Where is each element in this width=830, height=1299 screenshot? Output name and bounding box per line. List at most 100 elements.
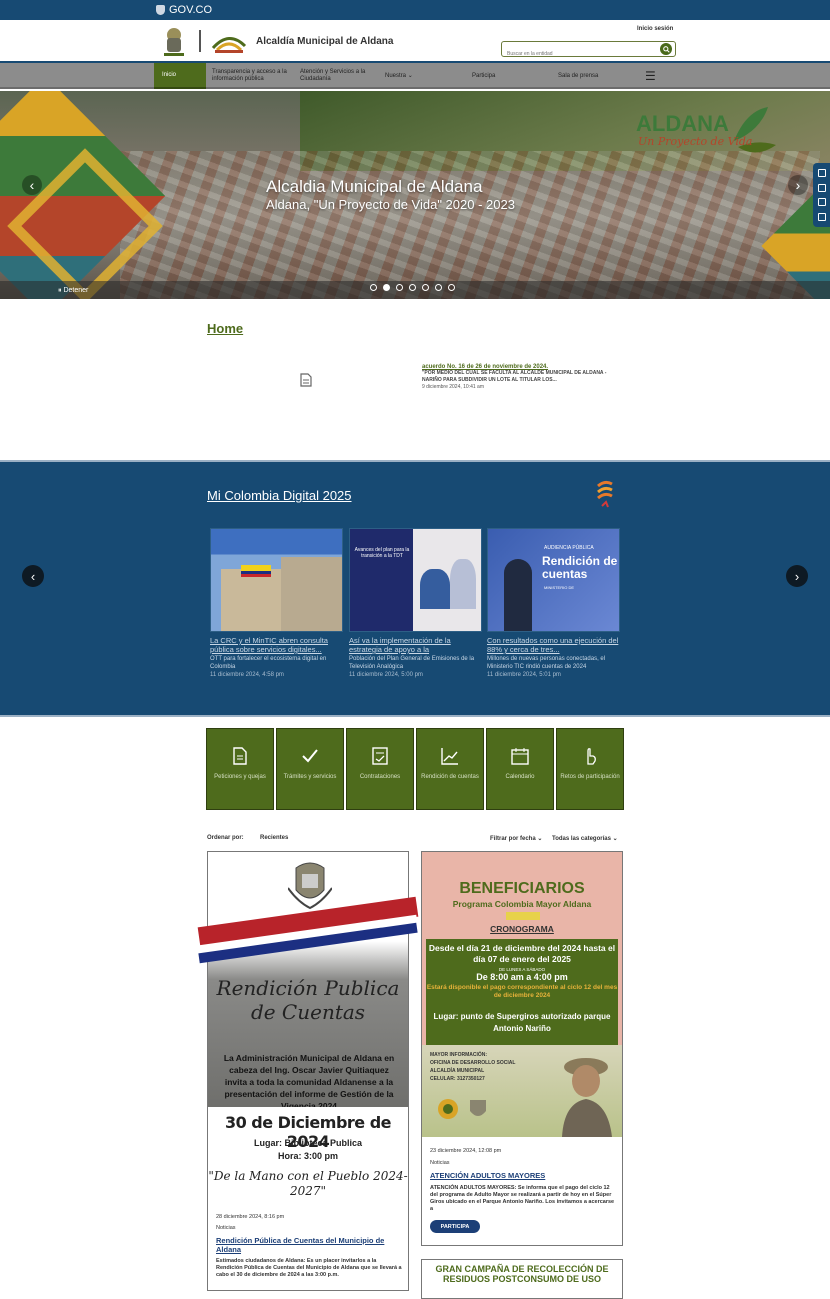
login-link[interactable]: Inicio sesión bbox=[637, 26, 673, 32]
hero-title: Alcaldia Municipal de Aldana bbox=[266, 177, 483, 196]
mcd-card[interactable]: Avances del plan para la transición a la… bbox=[349, 528, 482, 683]
search-field bbox=[501, 41, 676, 61]
govco-shield-icon bbox=[156, 5, 165, 15]
mcd-card-date: 11 diciembre 2024, 4:58 pm bbox=[210, 672, 284, 678]
poster-info: MAYOR INFORMACIÓN: OFICINA DE DESARROLLO… bbox=[430, 1051, 515, 1083]
search-input[interactable] bbox=[502, 47, 652, 61]
nav-item-nuestra[interactable]: Nuestra ⌄ bbox=[385, 63, 413, 89]
post-image-title[interactable]: GRAN CAMPAÑA DE RECOLECCIÓN DE RESIDUOS … bbox=[422, 1264, 622, 1284]
chevron-right-icon: › bbox=[794, 568, 800, 584]
mcd-card[interactable]: La CRC y el MinTIC abren consulta públic… bbox=[210, 528, 343, 683]
mcd-logo-icon bbox=[597, 480, 613, 508]
poster-info-line: CELULAR: 3127350127 bbox=[430, 1076, 485, 1082]
document-icon bbox=[300, 373, 312, 387]
municipal-crest-logo[interactable] bbox=[162, 26, 186, 58]
govco-bar: GOV.CO bbox=[0, 0, 830, 20]
sort-label: Ordenar por: bbox=[207, 835, 244, 841]
filter-category-select[interactable]: Todas las categorías ⌄ bbox=[552, 835, 618, 842]
quick-links: Peticiones y quejas Trámites y servicios… bbox=[206, 728, 624, 810]
quick-link-label: Rendición de cuentas bbox=[421, 774, 479, 780]
site-title[interactable]: Alcaldía Municipal de Aldana bbox=[256, 36, 393, 47]
quick-link-label: Retos de participación bbox=[560, 774, 620, 780]
mcd-title[interactable]: Mi Colombia Digital 2025 bbox=[207, 488, 352, 503]
document-icon bbox=[233, 747, 247, 765]
mcd-card-title[interactable]: Así va la implementación de la estrategi… bbox=[349, 636, 482, 654]
hero-prev-button[interactable]: ‹ bbox=[22, 175, 42, 195]
poster-info-line: OFICINA DE DESARROLLO SOCIAL bbox=[430, 1060, 516, 1066]
contract-icon bbox=[372, 747, 388, 765]
quick-link-label: Trámites y servicios bbox=[283, 774, 337, 780]
municipal-crest-image bbox=[288, 862, 332, 910]
carousel-dot[interactable] bbox=[448, 284, 455, 291]
carousel-dot[interactable] bbox=[422, 284, 429, 291]
mcd-next-button[interactable]: › bbox=[786, 565, 808, 587]
filter-date-select[interactable]: Filtrar por fecha ⌄ bbox=[490, 835, 542, 842]
chart-icon bbox=[441, 748, 458, 765]
check-icon bbox=[302, 749, 318, 763]
poster-heading: BENEFICIARIOS bbox=[459, 880, 585, 897]
participa-button[interactable]: PARTICIPA bbox=[430, 1220, 480, 1233]
news-post: Rendición Publica de Cuentas La Administ… bbox=[197, 851, 419, 1291]
carousel-dot[interactable] bbox=[396, 284, 403, 291]
chevron-left-icon: ‹ bbox=[29, 177, 35, 193]
carousel-dot[interactable] bbox=[383, 284, 390, 291]
font-decrease-icon[interactable] bbox=[817, 183, 826, 192]
mcd-card-image bbox=[210, 528, 343, 632]
quick-link-tramites[interactable]: Trámites y servicios bbox=[276, 728, 344, 810]
poster-hour-line: Hora: 3:00 pm bbox=[277, 1151, 339, 1161]
font-increase-icon[interactable] bbox=[817, 198, 826, 207]
post-desc: ATENCIÓN ADULTOS MAYORES: Se informa que… bbox=[430, 1185, 615, 1212]
hamburger-menu-icon[interactable]: ☰ bbox=[645, 63, 656, 89]
aldana-logo[interactable] bbox=[211, 28, 247, 54]
contrast-icon[interactable] bbox=[817, 169, 826, 178]
hand-icon bbox=[587, 748, 596, 765]
elderly-man-photo bbox=[562, 1058, 612, 1137]
quick-link-calendario[interactable]: Calendario bbox=[486, 728, 554, 810]
mcd-card-desc: Millones de nuevas personas conectadas, … bbox=[487, 656, 606, 670]
quick-link-label: Peticiones y quejas bbox=[214, 774, 266, 780]
nav-item-atencion[interactable]: Atención y Servicios a la Ciudadanía bbox=[300, 63, 375, 89]
search-icon bbox=[662, 45, 670, 53]
sort-select[interactable]: Recientes bbox=[260, 835, 288, 841]
post-title[interactable]: Rendición Pública de Cuentas del Municip… bbox=[216, 1236, 402, 1254]
post-title[interactable]: ATENCIÓN ADULTOS MAYORES bbox=[430, 1171, 616, 1180]
post-date: 23 diciembre 2024, 12:08 pm bbox=[430, 1148, 502, 1154]
mcd-card-image-kicker: AUDIENCIA PÚBLICA bbox=[544, 545, 594, 551]
hero-brand-name: ALDANA bbox=[636, 111, 729, 136]
poster-cronograma: CRONOGRAMA bbox=[490, 924, 554, 934]
accessibility-toolbar bbox=[813, 163, 830, 227]
relief-icon[interactable] bbox=[817, 212, 826, 221]
site-header: Alcaldía Municipal de Aldana Inicio sesi… bbox=[0, 20, 830, 63]
carousel-dot[interactable] bbox=[370, 284, 377, 291]
acuerdo-desc: "POR MEDIO DEL CUAL SE FACULTA AL ALCALD… bbox=[422, 370, 607, 383]
post-image[interactable]: BENEFICIARIOS Programa Colombia Mayor Al… bbox=[422, 852, 622, 1137]
hero-stop-button[interactable]: ⏸ Detener bbox=[58, 287, 88, 295]
filter-date-label: Filtrar por fecha bbox=[490, 836, 536, 842]
search-button[interactable] bbox=[660, 43, 672, 55]
quick-link-label: Contrataciones bbox=[359, 774, 401, 780]
mcd-card-image-footer: MINISTERIO DE bbox=[544, 585, 575, 590]
nav-item-participa[interactable]: Participa bbox=[472, 63, 495, 89]
mcd-card-title[interactable]: La CRC y el MinTIC abren consulta públic… bbox=[210, 636, 343, 654]
nav-item-sala-prensa[interactable]: Sala de prensa bbox=[558, 63, 598, 89]
post-image-lower: 30 de Diciembre de 2024 Lugar: Bibliotec… bbox=[208, 1107, 408, 1207]
quick-link-retos[interactable]: Retos de participación bbox=[556, 728, 624, 810]
acuerdo-news-item: acuerdo No. 16 de 26 de noviembre de 202… bbox=[422, 364, 622, 390]
carousel-dot[interactable] bbox=[409, 284, 416, 291]
quick-link-peticiones[interactable]: Peticiones y quejas bbox=[206, 728, 274, 810]
hero-next-button[interactable]: › bbox=[788, 175, 808, 195]
post-category: Noticias bbox=[430, 1160, 450, 1166]
news-post: GRAN CAMPAÑA DE RECOLECCIÓN DE RESIDUOS … bbox=[421, 1259, 623, 1299]
mcd-card-title[interactable]: Con resultados como una ejecución del 88… bbox=[487, 636, 620, 654]
quick-link-rendicion[interactable]: Rendición de cuentas bbox=[416, 728, 484, 810]
poster-invitation: La Administración Municipal de Aldana en… bbox=[223, 1053, 395, 1111]
nav-item-home[interactable]: Inicio bbox=[154, 63, 206, 89]
home-title[interactable]: Home bbox=[207, 321, 243, 336]
post-image[interactable]: Rendición Publica de Cuentas La Administ… bbox=[197, 852, 419, 1111]
carousel-dot[interactable] bbox=[435, 284, 442, 291]
govco-label[interactable]: GOV.CO bbox=[169, 4, 212, 16]
quick-link-contrataciones[interactable]: Contrataciones bbox=[346, 728, 414, 810]
mcd-prev-button[interactable]: ‹ bbox=[22, 565, 44, 587]
mcd-card[interactable]: AUDIENCIA PÚBLICA Rendición de cuentas M… bbox=[487, 528, 620, 683]
nav-item-transparencia[interactable]: Transparencia y acceso a la información … bbox=[212, 63, 290, 89]
